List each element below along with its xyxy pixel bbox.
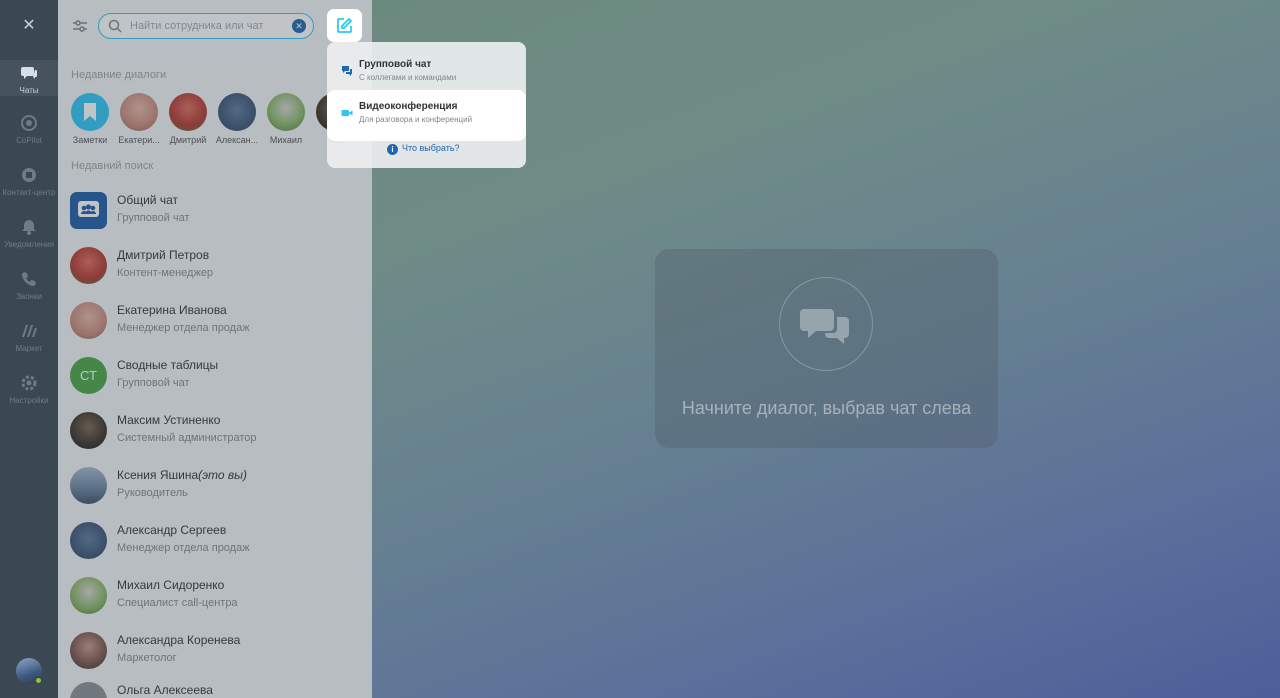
rail-label: Звонки: [16, 292, 42, 301]
menu-item-title: Видеоконференция: [359, 101, 458, 112]
gear-icon: [21, 375, 37, 391]
close-icon[interactable]: ✕: [19, 16, 39, 36]
rail-label: Уведомления: [3, 240, 55, 249]
new-chat-button[interactable]: [327, 9, 362, 42]
phone-icon: [22, 272, 36, 286]
rail-label: Контакт-центр: [2, 188, 56, 197]
rail-item-chats[interactable]: Чаты: [0, 60, 58, 96]
edit-icon: [337, 17, 353, 33]
menu-item-title: Групповой чат: [359, 59, 432, 70]
rail-item-copilot[interactable]: CoPilot: [0, 114, 58, 145]
rail-item-contact-center[interactable]: Контакт-центр: [0, 166, 58, 197]
group-chat-icon: [342, 66, 352, 76]
copilot-icon: [21, 115, 37, 131]
rail-item-calls[interactable]: Звонки: [0, 270, 58, 301]
help-link-text: Что выбрать?: [402, 143, 460, 153]
rail-label: CoPilot: [16, 136, 42, 145]
market-icon: [22, 325, 37, 337]
rail-item-notifications[interactable]: Уведомления: [0, 218, 58, 249]
empty-state-circle: [779, 277, 873, 371]
menu-item-video-conference[interactable]: Видеоконференция Для разговора и конфере…: [327, 90, 526, 141]
online-status-dot: [34, 676, 43, 685]
empty-state-card: Начните диалог, выбрав чат слева: [655, 249, 998, 448]
rail-label: Настройки: [9, 396, 49, 405]
empty-state-text: Начните диалог, выбрав чат слева: [681, 398, 972, 418]
bell-icon: [22, 220, 36, 235]
menu-item-subtitle: Для разговора и конференций: [359, 115, 473, 124]
help-link[interactable]: i Что выбрать?: [387, 143, 460, 155]
rail-item-settings[interactable]: Настройки: [0, 374, 58, 405]
contact-center-icon: [22, 168, 36, 182]
overlay-dim: [58, 0, 372, 698]
rail-item-market[interactable]: Маркет: [0, 322, 58, 353]
video-camera-icon: [341, 110, 353, 116]
info-icon: i: [387, 144, 398, 155]
rail-label: Чаты: [19, 86, 39, 95]
chats-icon: [21, 67, 37, 79]
new-chat-menu: Групповой чат С коллегами и командами Ви…: [327, 42, 526, 168]
menu-item-subtitle: С коллегами и командами: [359, 73, 457, 82]
rail-label: Маркет: [15, 344, 43, 353]
chats-icon: [800, 309, 849, 344]
left-rail: ✕ Чаты CoPilot Контакт-центр Уведомления…: [0, 0, 58, 698]
user-avatar[interactable]: [16, 658, 43, 685]
